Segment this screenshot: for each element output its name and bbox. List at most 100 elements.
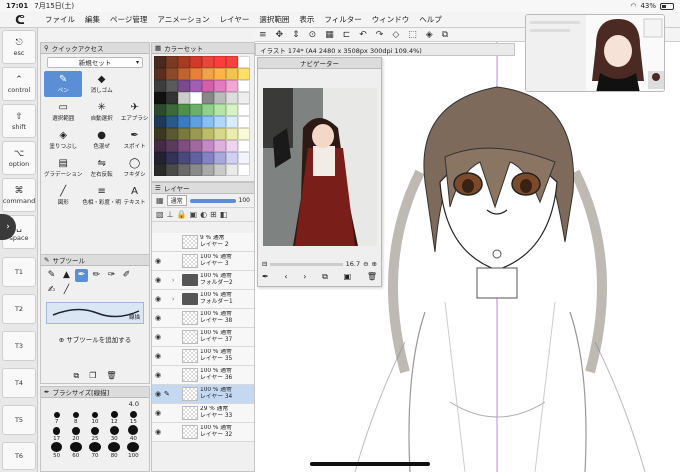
quick-access-item[interactable]: ▤ グラデーション <box>44 155 82 181</box>
color-swatch[interactable] <box>166 128 178 140</box>
color-swatch[interactable] <box>226 140 238 152</box>
color-swatch[interactable] <box>166 116 178 128</box>
layer-row[interactable]: ◉ 100 % 通常 レイヤー 38 <box>152 309 254 328</box>
menu-item[interactable]: フィルター <box>319 14 366 25</box>
color-swatch[interactable] <box>214 68 226 80</box>
layer-row[interactable]: ◉ 29 % 通常 レイヤー 33 <box>152 404 254 423</box>
menu-item[interactable]: ファイル <box>40 14 80 25</box>
color-swatch[interactable] <box>202 56 214 68</box>
brush-size-preset[interactable]: 70 <box>85 442 104 459</box>
color-swatch[interactable] <box>190 92 202 104</box>
next-icon[interactable]: › <box>303 272 306 282</box>
quick-access-item[interactable]: ≡ 色相・彩度・明 <box>82 183 121 209</box>
quick-access-item[interactable]: ✒ スポイト <box>121 127 148 153</box>
navigator-preview-image[interactable] <box>263 88 377 246</box>
color-swatch[interactable] <box>238 68 250 80</box>
color-swatch[interactable] <box>238 152 250 164</box>
color-swatch[interactable] <box>238 116 250 128</box>
layer-row[interactable]: ◉ 100 % 通常 レイヤー 37 <box>152 328 254 347</box>
color-swatch[interactable] <box>238 80 250 92</box>
brush-size-preset[interactable]: 10 <box>85 408 104 425</box>
layer-row[interactable]: ◉ 100 % 通常 レイヤー 3 <box>152 252 254 271</box>
color-swatch[interactable] <box>154 92 166 104</box>
undo-icon[interactable]: ↶ <box>359 30 367 40</box>
quick-access-item[interactable]: ◆ 消しゴム <box>82 71 121 97</box>
color-swatch[interactable] <box>178 152 190 164</box>
color-swatch[interactable] <box>226 92 238 104</box>
color-swatch[interactable] <box>166 92 178 104</box>
color-swatch[interactable] <box>154 128 166 140</box>
add-sub-tool-button[interactable]: ⊕ サブツールを追加する <box>41 334 149 344</box>
color-swatch[interactable] <box>190 128 202 140</box>
color-swatch[interactable] <box>238 92 250 104</box>
nib-tool-icon[interactable]: ✐ <box>120 269 133 282</box>
menu-icon[interactable]: ≡ <box>259 30 267 40</box>
key-control[interactable]: ⌃ control <box>2 67 36 101</box>
up-icon[interactable]: ⇕ <box>292 30 300 40</box>
color-swatch[interactable] <box>190 152 202 164</box>
fill-icon[interactable]: ◈ <box>426 30 433 40</box>
color-swatch[interactable] <box>202 104 214 116</box>
layer-row[interactable]: ◉ 100 % 通常 レイヤー 35 <box>152 347 254 366</box>
color-swatch[interactable] <box>238 128 250 140</box>
folder-expand-icon[interactable]: › <box>172 296 180 303</box>
layer-row[interactable]: ◉ ✎ 100 % 通常 レイヤー 34 <box>152 385 254 404</box>
zoom-in-icon[interactable]: ⊕ <box>372 260 377 268</box>
marker-tool-icon[interactable]: ▲ <box>60 269 73 282</box>
key-t2[interactable]: T2 <box>2 294 36 324</box>
color-swatch[interactable] <box>154 164 166 176</box>
visibility-eye-icon[interactable]: ◉ <box>152 257 164 265</box>
color-swatch[interactable] <box>226 68 238 80</box>
key-command[interactable]: ⌘ command <box>2 178 36 212</box>
color-swatch[interactable] <box>214 116 226 128</box>
color-swatch[interactable] <box>154 104 166 116</box>
color-swatch[interactable] <box>178 128 190 140</box>
color-swatch[interactable] <box>190 164 202 176</box>
zoom-out-small-icon[interactable]: ⊟ <box>262 260 267 268</box>
quick-access-item[interactable]: ● 色混ぜ <box>82 127 121 153</box>
fill-pen-icon[interactable]: ✍ <box>45 284 58 297</box>
sub-tool-stroke-preview[interactable]: 線描 <box>46 302 144 324</box>
folder-expand-icon[interactable]: › <box>172 277 180 284</box>
visibility-eye-icon[interactable]: ◉ <box>152 371 164 379</box>
color-swatch[interactable] <box>154 116 166 128</box>
quick-access-item[interactable]: ◈ 塗りつぶし <box>44 127 82 153</box>
color-swatch[interactable] <box>202 164 214 176</box>
new-raster-layer-icon[interactable]: ▧ <box>156 210 164 219</box>
color-swatch[interactable] <box>238 164 250 176</box>
color-swatch[interactable] <box>202 92 214 104</box>
visibility-eye-icon[interactable]: ◉ <box>152 314 164 322</box>
visibility-eye-icon[interactable]: ◉ <box>152 390 164 398</box>
color-swatch[interactable] <box>178 92 190 104</box>
brush-size-preset[interactable]: 30 <box>105 425 124 442</box>
pen-tool-icon[interactable]: ✎ <box>45 269 58 282</box>
color-swatch[interactable] <box>178 104 190 116</box>
folder-open-icon[interactable]: ⧉ <box>322 272 328 282</box>
color-swatch[interactable] <box>166 152 178 164</box>
color-swatch[interactable] <box>178 116 190 128</box>
color-swatch[interactable] <box>214 164 226 176</box>
quick-access-item[interactable]: ✳ 自動選択 <box>82 99 121 125</box>
color-swatch[interactable] <box>178 80 190 92</box>
color-swatch[interactable] <box>166 56 178 68</box>
search-icon[interactable]: ⚲ <box>44 44 49 52</box>
redo-icon[interactable]: ↷ <box>376 30 384 40</box>
layer-row[interactable]: ◉ 100 % 通常 レイヤー 32 <box>152 423 254 442</box>
zoom-slider[interactable] <box>270 262 343 266</box>
key-t4[interactable]: T4 <box>2 368 36 398</box>
select-icon[interactable]: ⬚ <box>408 30 417 40</box>
layer-row[interactable]: 9 % 通常 レイヤー 2 <box>152 233 254 252</box>
ink-tool-icon[interactable]: ✑ <box>105 269 118 282</box>
brush-tool-icon[interactable]: ✒ <box>75 269 88 282</box>
brush-size-preset[interactable]: 7 <box>47 408 66 425</box>
color-swatch[interactable] <box>190 140 202 152</box>
color-swatch[interactable] <box>214 92 226 104</box>
duplicate-icon[interactable]: ❐ <box>89 371 96 381</box>
brush-size-preset[interactable]: 25 <box>85 425 104 442</box>
color-swatch[interactable] <box>214 56 226 68</box>
color-swatch[interactable] <box>238 56 250 68</box>
visibility-eye-icon[interactable]: ◉ <box>152 409 164 417</box>
view-icon[interactable]: ⊙ <box>309 30 317 40</box>
quick-access-item[interactable]: ◯ フキダシ <box>121 155 148 181</box>
layer-row[interactable]: ◉ › 100 % 通常 フォルダー1 <box>152 290 254 309</box>
